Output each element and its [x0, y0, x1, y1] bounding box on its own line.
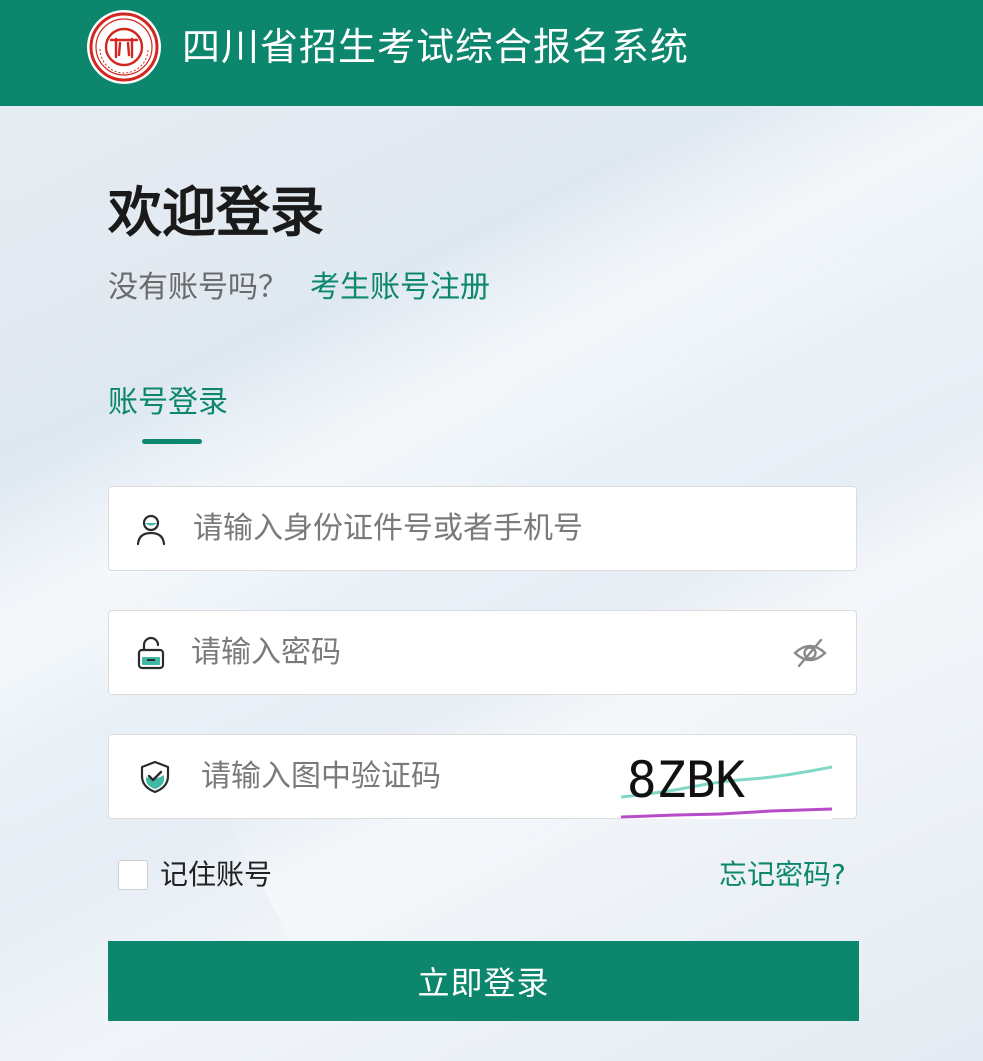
no-account-text: 没有账号吗？: [108, 270, 288, 305]
remember-label: 记住账号: [160, 858, 273, 891]
eye-off-icon[interactable]: [792, 635, 828, 671]
top-header-bar: 四川省招生考试综合报名系统: [0, 0, 983, 106]
captcha-image[interactable]: 8ZBK: [621, 735, 832, 819]
user-icon: [136, 514, 166, 546]
forgot-password-link[interactable]: 忘记密码?: [719, 856, 846, 894]
captcha-text: 8ZBK: [627, 751, 745, 809]
remember-checkbox[interactable]: [118, 860, 148, 890]
tab-active-indicator: [142, 439, 202, 444]
account-field: [108, 486, 857, 571]
account-input[interactable]: [193, 487, 833, 570]
shield-check-icon: [140, 760, 170, 794]
seal-logo-icon: [87, 10, 161, 84]
login-button[interactable]: 立即登录: [108, 941, 859, 1021]
password-field: [108, 610, 857, 695]
welcome-heading: 欢迎登录: [108, 181, 324, 244]
captcha-field: 8ZBK: [108, 734, 857, 819]
captcha-input[interactable]: [201, 735, 601, 818]
lock-icon: [137, 636, 165, 670]
tab-account-login[interactable]: 账号登录: [108, 383, 228, 423]
register-link[interactable]: 考生账号注册: [310, 268, 490, 308]
app-title: 四川省招生考试综合报名系统: [182, 25, 690, 69]
remember-account-toggle[interactable]: 记住账号: [118, 856, 272, 894]
password-input[interactable]: [191, 611, 771, 694]
